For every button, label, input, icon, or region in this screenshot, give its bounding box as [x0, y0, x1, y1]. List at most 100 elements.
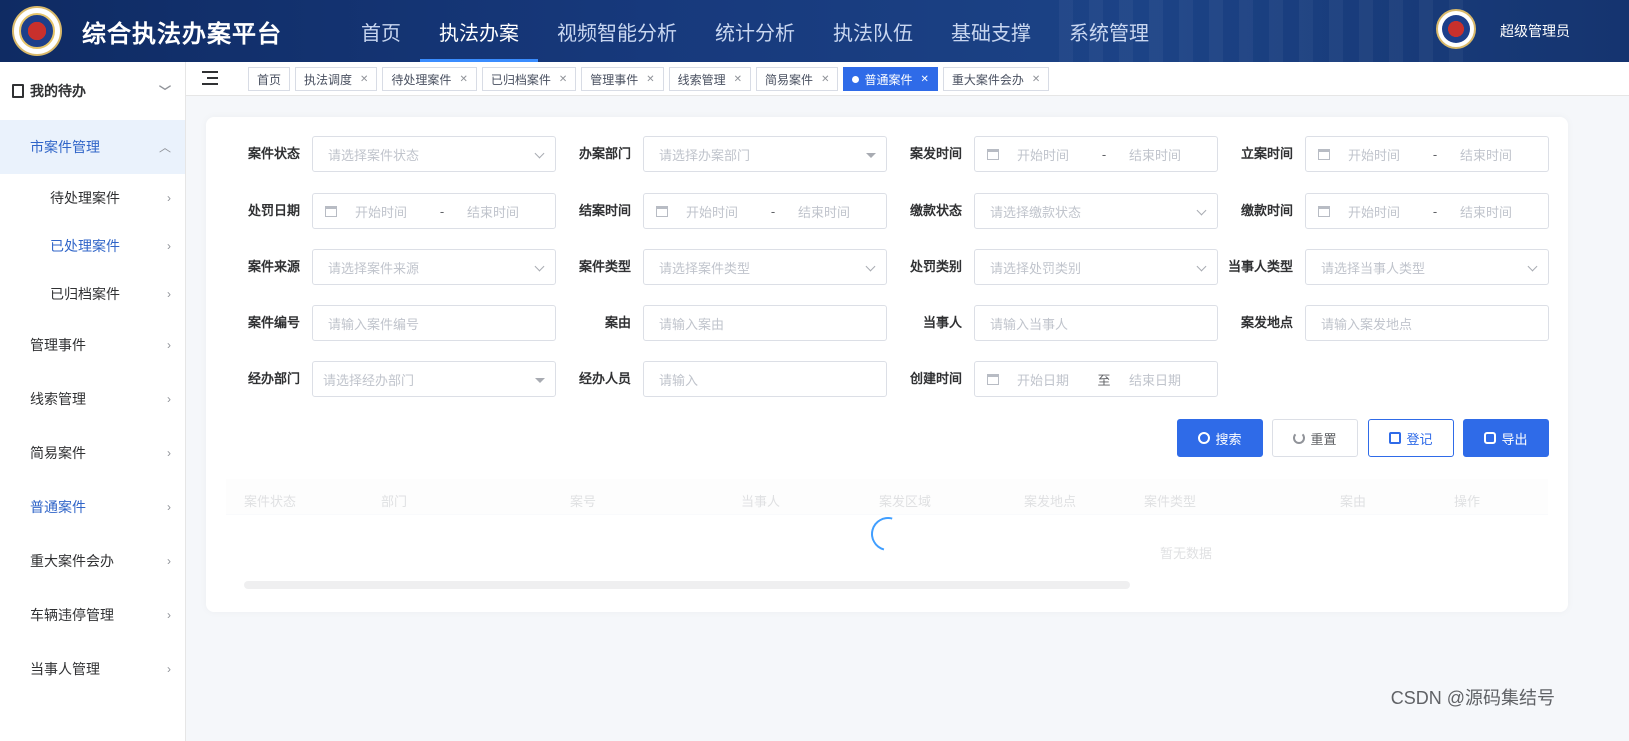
dept-label: 办案部门	[578, 146, 631, 161]
party-input[interactable]: 请输入当事人	[974, 305, 1218, 341]
placeholder: 请选择缴款状态	[990, 204, 1082, 220]
sidebar-item-parties[interactable]: 当事人管理 ›	[0, 642, 185, 696]
sidebar-item-label: 车辆违停管理	[30, 607, 114, 623]
tab-archived-cases[interactable]: 已归档案件 ✕	[481, 67, 577, 91]
tab-normal-cases[interactable]: 普通案件 ✕	[843, 67, 938, 91]
tab-label: 首页	[257, 72, 282, 87]
chevron-right-icon: ›	[167, 338, 171, 352]
tab-manage-events[interactable]: 管理事件 ✕	[581, 67, 664, 91]
topnav-video-analysis[interactable]: 视频智能分析	[538, 0, 696, 62]
pay-status-label: 缴款状态	[909, 203, 962, 218]
sidebar-item-pending-cases[interactable]: 待处理案件 ›	[0, 174, 185, 222]
filing-time-range[interactable]: 开始时间 - 结束时间	[1305, 136, 1549, 172]
party-type-select[interactable]: 请选择当事人类型	[1305, 249, 1549, 285]
placeholder: 请输入	[659, 372, 699, 388]
close-icon[interactable]: ✕	[459, 74, 467, 85]
created-time-range[interactable]: 开始日期 至 结束日期	[974, 361, 1218, 397]
sidebar: 我的待办 ﹀ 市案件管理 ︿ 待处理案件 › 已处理案件 › 已归档案件 › 管…	[0, 62, 186, 741]
tab-major-cases[interactable]: 重大案件会办 ✕	[942, 67, 1050, 91]
tab-list: 首页 执法调度 ✕ 待处理案件 ✕ 已归档案件 ✕ 管理事件 ✕ 线索管理 ✕ 简易案件 ✕…	[248, 67, 1054, 91]
chevron-right-icon: ›	[167, 191, 171, 205]
tags-view: 首页 执法调度 ✕ 待处理案件 ✕ 已归档案件 ✕ 管理事件 ✕ 线索管理 ✕ 简易案件 ✕…	[186, 62, 1629, 96]
sidebar-item-archived-cases[interactable]: 已归档案件 ›	[0, 270, 185, 318]
document-icon	[12, 84, 24, 98]
filing-time-label: 立案时间	[1240, 146, 1293, 161]
case-no-input[interactable]: 请输入案件编号	[312, 305, 556, 341]
topnav-statistics[interactable]: 统计分析	[696, 0, 814, 62]
incident-time-range[interactable]: 开始时间 - 结束时间	[974, 136, 1218, 172]
sidebar-item-simple-cases[interactable]: 简易案件 ›	[0, 426, 185, 480]
menu-toggle-icon[interactable]	[202, 71, 218, 87]
pay-status-select[interactable]: 请选择缴款状态	[974, 193, 1218, 229]
register-button[interactable]: 登记	[1368, 419, 1454, 457]
username[interactable]: 超级管理员	[1500, 21, 1570, 41]
handler-label: 经办人员	[578, 371, 631, 386]
case-type-select[interactable]: 请选择案件类型	[643, 249, 887, 285]
tab-label: 管理事件	[590, 72, 639, 87]
close-time-range[interactable]: 开始时间 - 结束时间	[643, 193, 887, 229]
column-header: 案件状态	[244, 494, 297, 509]
chevron-right-icon: ›	[167, 287, 171, 301]
penalty-date-label: 处罚日期	[247, 203, 300, 218]
case-source-select[interactable]: 请选择案件来源	[312, 249, 556, 285]
close-icon[interactable]: ✕	[734, 74, 742, 85]
calendar-icon	[656, 205, 668, 217]
close-icon[interactable]: ✕	[821, 74, 829, 85]
horizontal-scrollbar[interactable]	[244, 581, 1130, 589]
export-button[interactable]: 导出	[1463, 419, 1549, 457]
tab-label: 简易案件	[765, 72, 814, 87]
emblem-logo	[12, 6, 62, 56]
user-avatar[interactable]	[1436, 9, 1476, 49]
placeholder: 请选择案件状态	[328, 147, 420, 163]
range-separator: -	[439, 203, 445, 219]
topnav-system[interactable]: 系统管理	[1050, 0, 1168, 62]
topnav-home[interactable]: 首页	[342, 0, 420, 62]
active-dot-icon	[852, 75, 860, 83]
sidebar-item-processed-cases[interactable]: 已处理案件 ›	[0, 222, 185, 270]
topnav-team[interactable]: 执法队伍	[814, 0, 932, 62]
tab-pending-cases[interactable]: 待处理案件 ✕	[382, 67, 477, 91]
sidebar-group-city-cases[interactable]: 市案件管理 ︿	[0, 120, 185, 174]
pay-time-range[interactable]: 开始时间 - 结束时间	[1305, 193, 1549, 229]
sidebar-item-major-cases[interactable]: 重大案件会办 ›	[0, 534, 185, 588]
range-start: 开始时间	[355, 204, 408, 220]
close-icon[interactable]: ✕	[920, 74, 928, 85]
close-icon[interactable]: ✕	[1032, 74, 1040, 85]
search-button[interactable]: 搜索	[1177, 419, 1263, 457]
topnav-infrastructure[interactable]: 基础支撑	[932, 0, 1050, 62]
tab-dispatch[interactable]: 执法调度 ✕	[295, 67, 378, 91]
dept-select[interactable]: 请选择办案部门	[643, 136, 887, 172]
close-icon[interactable]: ✕	[360, 74, 368, 85]
sidebar-item-todo[interactable]: 我的待办 ﹀	[0, 62, 185, 120]
close-icon[interactable]: ✕	[559, 74, 567, 85]
sidebar-item-label: 市案件管理	[30, 139, 100, 155]
penalty-date-range[interactable]: 开始时间 - 结束时间	[312, 193, 556, 229]
range-start: 开始日期	[1017, 372, 1070, 388]
sidebar-item-label: 重大案件会办	[30, 553, 114, 569]
close-icon[interactable]: ✕	[646, 74, 654, 85]
case-status-select[interactable]: 请选择案件状态	[312, 136, 556, 172]
form-row: 案件状态 请选择案件状态 办案部门 请选择办案部门 案发时间 开始时间 - 结束…	[206, 136, 1568, 172]
case-type-label: 案件类型	[578, 259, 631, 274]
tab-simple-cases[interactable]: 简易案件 ✕	[756, 67, 839, 91]
tab-home[interactable]: 首页	[248, 67, 291, 91]
tab-clues[interactable]: 线索管理 ✕	[668, 67, 752, 91]
sidebar-item-normal-cases[interactable]: 普通案件 ›	[0, 480, 185, 534]
location-input[interactable]: 请输入案发地点	[1305, 305, 1549, 341]
tab-label: 线索管理	[677, 72, 726, 87]
topnav-enforcement[interactable]: 执法办案	[420, 0, 538, 62]
range-end: 结束时间	[1129, 147, 1182, 163]
penalty-type-select[interactable]: 请选择处罚类别	[974, 249, 1218, 285]
reset-button[interactable]: 重置	[1272, 419, 1358, 457]
column-header: 操作	[1454, 494, 1481, 509]
placeholder: 请输入当事人	[990, 316, 1069, 332]
tab-label: 待处理案件	[391, 72, 452, 87]
cause-input[interactable]: 请输入案由	[643, 305, 887, 341]
sidebar-item-clues[interactable]: 线索管理 ›	[0, 372, 185, 426]
sidebar-item-manage-events[interactable]: 管理事件 ›	[0, 318, 185, 372]
handler-input[interactable]: 请输入	[643, 361, 887, 397]
placeholder: 请选择案件来源	[328, 260, 420, 276]
sidebar-item-label: 已处理案件	[50, 238, 120, 254]
sidebar-item-vehicle-parking[interactable]: 车辆违停管理 ›	[0, 588, 185, 642]
handling-dept-select[interactable]: 请选择经办部门	[312, 361, 556, 397]
